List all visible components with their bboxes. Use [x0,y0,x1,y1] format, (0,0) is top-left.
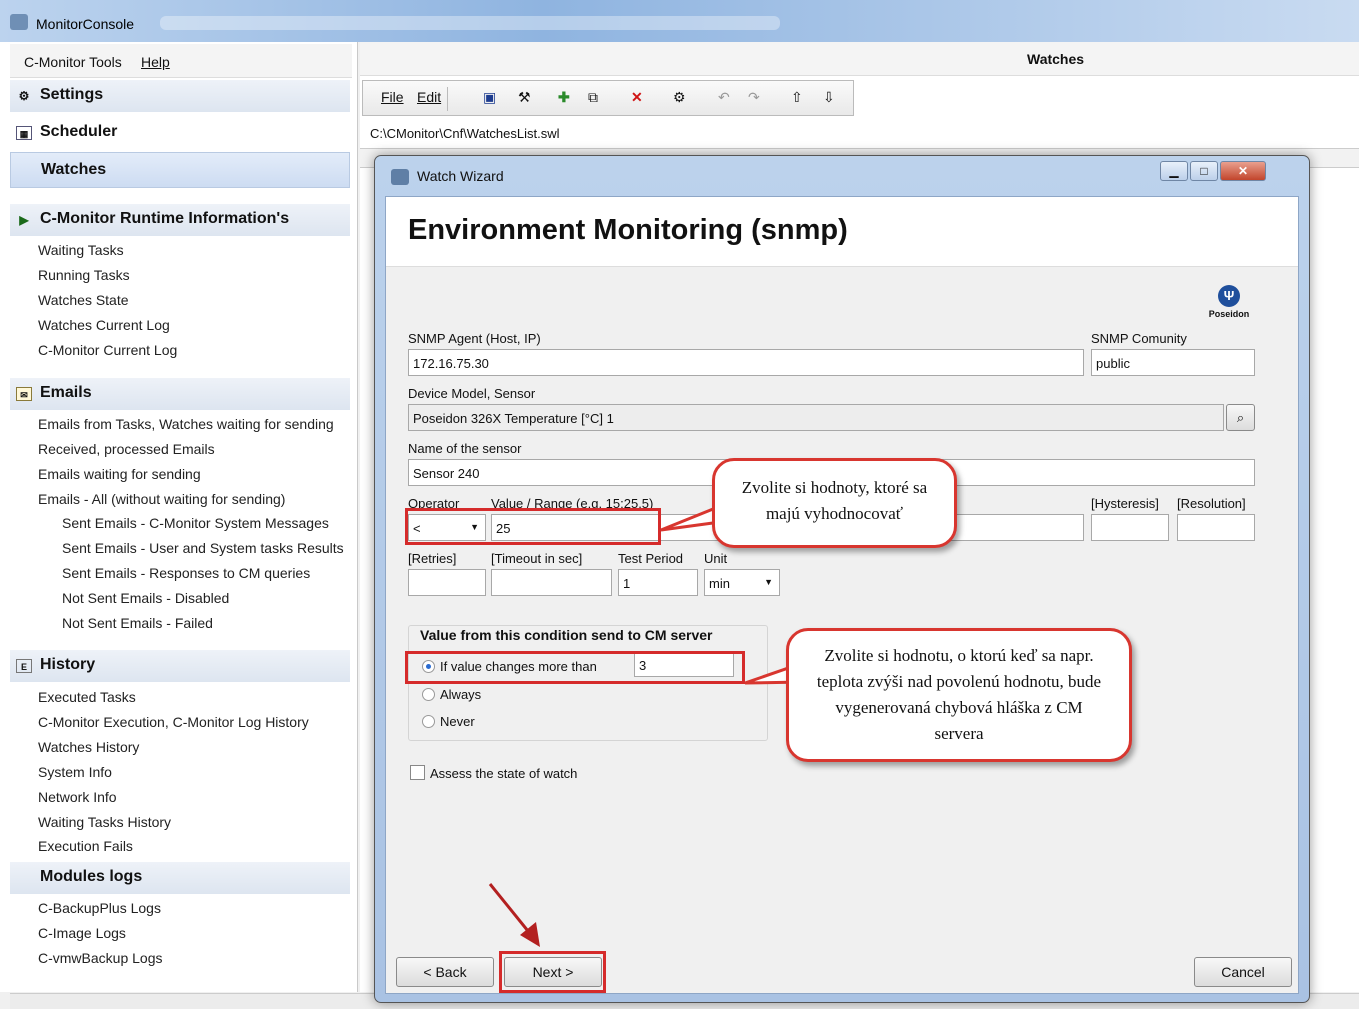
callout-values: Zvolite si hodnoty, ktoré sa majú vyhodn… [712,458,957,548]
callout-threshold: Zvolite si hodnotu, o ktorú keď sa napr.… [786,628,1132,762]
pointer-arrow-line [488,883,534,937]
annotation-arrows [488,501,806,947]
